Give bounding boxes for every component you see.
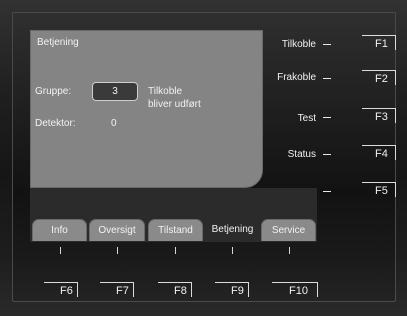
f5-key-label: F5: [375, 185, 388, 197]
gruppe-label: Gruppe:: [35, 86, 72, 97]
f2-key-frame-top: [362, 70, 396, 71]
status-line-2: bliver udført: [148, 99, 201, 110]
main-panel: Betjening: [30, 30, 263, 188]
f1-key-label: F1: [375, 38, 388, 50]
f9-key-frame-side: [248, 282, 249, 297]
tab-tick-4: [232, 247, 233, 254]
f8-key-label: F8: [174, 285, 187, 297]
detektor-value: 0: [111, 118, 117, 129]
gruppe-value-field[interactable]: 3: [92, 82, 138, 101]
f3-key-frame-side: [395, 108, 396, 123]
f3-key-frame-top: [362, 108, 396, 109]
detektor-label: Detektor:: [35, 118, 76, 129]
softkey-dash-1: [323, 44, 331, 45]
tab-betjening[interactable]: Betjening: [205, 218, 260, 240]
softkey-label-frakoble[interactable]: Frakoble: [216, 72, 316, 83]
f4-key-frame-side: [395, 145, 396, 160]
f8-key-frame-side: [191, 282, 192, 297]
softkey-label-test[interactable]: Test: [216, 113, 316, 124]
f1-key-frame-side: [395, 35, 396, 50]
f9-key-frame-top: [215, 282, 249, 283]
f10-key-frame-top: [272, 282, 318, 283]
tab-oversigt[interactable]: Oversigt: [89, 219, 145, 241]
f7-key-label: F7: [116, 285, 129, 297]
f5-key-frame-side: [395, 182, 396, 197]
f6-key-label: F6: [60, 285, 73, 297]
f10-key-label: F10: [289, 285, 308, 297]
f2-key-frame-side: [395, 70, 396, 85]
tab-tilstand[interactable]: Tilstand: [148, 219, 203, 241]
tab-info[interactable]: Info: [32, 219, 87, 241]
tab-tick-1: [60, 247, 61, 254]
softkey-dash-4: [323, 154, 331, 155]
f4-key-frame-top: [362, 145, 396, 146]
f1-key-frame-top: [362, 35, 396, 36]
tab-tick-3: [175, 247, 176, 254]
f8-key-frame-top: [158, 282, 192, 283]
f4-key-label: F4: [375, 148, 388, 160]
softkey-dash-2: [323, 78, 331, 79]
softkey-dash-5: [323, 191, 331, 192]
f7-key-frame-top: [100, 282, 134, 283]
f10-key-frame-side: [317, 282, 318, 297]
f6-key-frame-side: [77, 282, 78, 297]
softkey-label-status[interactable]: Status: [216, 149, 316, 160]
softkey-label-tilkoble[interactable]: Tilkoble: [216, 39, 316, 50]
softkey-dash-3: [323, 117, 331, 118]
f3-key-label: F3: [375, 111, 388, 123]
tab-tick-2: [117, 247, 118, 254]
f2-key-label: F2: [375, 73, 388, 85]
status-line-1: Tilkoble: [148, 86, 183, 97]
f9-key-label: F9: [231, 285, 244, 297]
f7-key-frame-side: [133, 282, 134, 297]
tab-tick-5: [289, 247, 290, 254]
f5-key-frame-top: [362, 182, 396, 183]
f6-key-frame-top: [44, 282, 78, 283]
tab-service[interactable]: Service: [261, 219, 316, 241]
panel-title: Betjening: [37, 37, 79, 48]
